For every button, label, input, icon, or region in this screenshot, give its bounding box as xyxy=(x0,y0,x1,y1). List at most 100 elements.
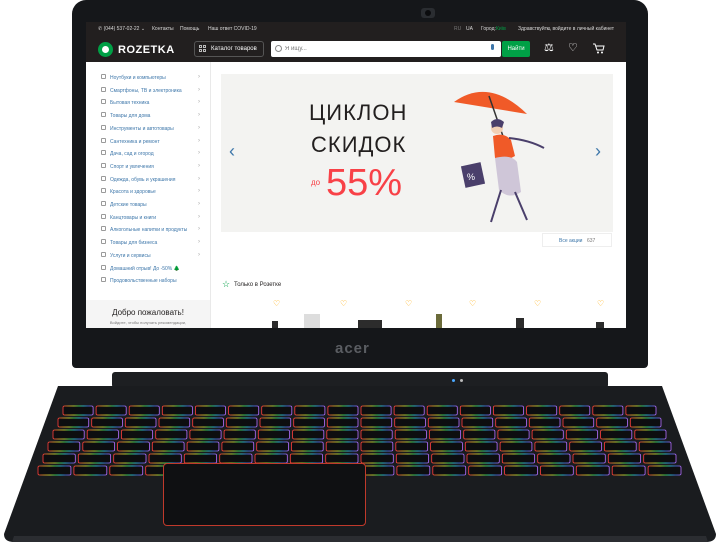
keyboard-key[interactable] xyxy=(499,441,533,452)
keyboard-key[interactable] xyxy=(294,405,326,416)
keyboard-key[interactable] xyxy=(504,465,538,476)
keyboard-key[interactable] xyxy=(326,417,359,428)
product-thumbnail[interactable] xyxy=(272,321,278,328)
keyboard-key[interactable] xyxy=(327,405,359,416)
search-input[interactable] xyxy=(271,41,501,57)
sidebar-category-item[interactable]: Смартфоны, ТВ и электроника › xyxy=(86,85,210,97)
find-button[interactable]: Найти xyxy=(502,41,530,57)
keyboard-key[interactable] xyxy=(82,441,116,452)
keyboard-key[interactable] xyxy=(526,405,558,416)
keyboard-key[interactable] xyxy=(121,429,154,440)
keyboard-key[interactable] xyxy=(534,441,568,452)
sidebar-category-item[interactable]: Инструменты и автотовары › xyxy=(86,123,210,135)
keyboard-key[interactable] xyxy=(394,429,427,440)
keyboard-key[interactable] xyxy=(604,441,637,452)
keyboard-key[interactable] xyxy=(254,453,288,464)
keyboard-key[interactable] xyxy=(562,417,595,428)
keyboard-key[interactable] xyxy=(95,405,127,416)
keyboard-key[interactable] xyxy=(293,417,325,428)
keyboard-key[interactable] xyxy=(186,441,220,452)
sidebar-category-item[interactable]: Одежда, обувь и украшения › xyxy=(86,174,210,186)
keyboard-key[interactable] xyxy=(47,441,81,452)
keyboard-key[interactable] xyxy=(113,453,147,464)
keyboard-key[interactable] xyxy=(326,429,359,440)
keyboard-key[interactable] xyxy=(128,405,160,416)
keyboard-key[interactable] xyxy=(37,465,72,476)
sidebar-category-item[interactable]: Алкогольные напитки и продукты › xyxy=(86,224,210,236)
keyboard-key[interactable] xyxy=(189,429,222,440)
banner-next-arrow-icon[interactable]: › xyxy=(595,142,601,160)
keyboard-key[interactable] xyxy=(360,405,392,416)
sidebar-category-item[interactable]: Продовольственные наборы xyxy=(86,275,210,287)
rozetka-logo-text[interactable]: ROZETKA xyxy=(118,44,175,56)
keyboard-key[interactable] xyxy=(468,465,503,476)
keyboard-key[interactable] xyxy=(592,405,624,416)
product-wishlist-heart-icon[interactable]: ♡ xyxy=(469,300,476,308)
catalog-button[interactable]: Каталог товаров xyxy=(194,41,264,57)
keyboard-key[interactable] xyxy=(395,441,428,452)
product-thumbnail[interactable] xyxy=(436,314,442,328)
promo-banner[interactable]: ‹ › ЦИКЛОН СКИДОК до 55% % xyxy=(221,74,613,232)
product-wishlist-heart-icon[interactable]: ♡ xyxy=(405,300,412,308)
keyboard-key[interactable] xyxy=(537,453,571,464)
keyboard-key[interactable] xyxy=(77,453,112,464)
keyboard-key[interactable] xyxy=(360,453,394,464)
sidebar-category-item[interactable]: Товары для дома › xyxy=(86,110,210,122)
keyboard-key[interactable] xyxy=(559,405,591,416)
keyboard-key[interactable] xyxy=(52,429,85,440)
keyboard-key[interactable] xyxy=(638,441,672,452)
keyboard-key[interactable] xyxy=(497,429,530,440)
keyboard-key[interactable] xyxy=(575,465,610,476)
wishlist-heart-icon[interactable]: ♡ xyxy=(568,43,578,54)
keyboard-key[interactable] xyxy=(611,465,646,476)
keyboard-key[interactable] xyxy=(325,441,359,452)
lang-ua[interactable]: UA xyxy=(466,26,473,32)
keyboard-key[interactable] xyxy=(161,405,193,416)
keyboard-key[interactable] xyxy=(86,429,119,440)
lang-ru[interactable]: RU xyxy=(454,26,461,32)
keyboard-key[interactable] xyxy=(625,405,657,416)
keyboard-key[interactable] xyxy=(607,453,641,464)
product-thumbnail[interactable] xyxy=(304,314,320,328)
keyboard-key[interactable] xyxy=(117,441,150,452)
keyboard-key[interactable] xyxy=(428,429,461,440)
product-wishlist-heart-icon[interactable]: ♡ xyxy=(534,300,541,308)
keyboard-key[interactable] xyxy=(427,417,460,428)
keyboard-key[interactable] xyxy=(360,429,393,440)
keyboard-key[interactable] xyxy=(396,465,431,476)
product-thumbnail[interactable] xyxy=(516,318,524,328)
sidebar-category-item[interactable]: Дача, сад и огород › xyxy=(86,148,210,160)
sidebar-category-item[interactable]: Товары для бизнеса › xyxy=(86,237,210,249)
keyboard-key[interactable] xyxy=(221,441,255,452)
covid-link[interactable]: Наш ответ COVID-19 xyxy=(208,26,257,32)
product-thumbnail[interactable] xyxy=(596,322,604,328)
keyboard-key[interactable] xyxy=(91,417,123,428)
help-link[interactable]: Помощь xyxy=(180,26,199,32)
login-link[interactable]: ☺ войдите в личный кабинет xyxy=(546,26,614,32)
keyboard-key[interactable] xyxy=(395,453,429,464)
keyboard-key[interactable] xyxy=(466,453,500,464)
sidebar-category-item[interactable]: Домашний отрыв! До -50% 🌲 xyxy=(86,263,210,275)
sidebar-category-item[interactable]: Бытовая техника › xyxy=(86,97,210,109)
all-actions-link[interactable]: Все акции 637 xyxy=(542,233,612,247)
keyboard-key[interactable] xyxy=(394,417,426,428)
sidebar-category-item[interactable]: Спорт и увлечения › xyxy=(86,161,210,173)
product-wishlist-heart-icon[interactable]: ♡ xyxy=(273,300,280,308)
keyboard-key[interactable] xyxy=(528,417,561,428)
sidebar-category-item[interactable]: Канцтовары и книги › xyxy=(86,212,210,224)
keyboard-key[interactable] xyxy=(431,453,465,464)
banner-prev-arrow-icon[interactable]: ‹ xyxy=(229,142,235,160)
keyboard-key[interactable] xyxy=(461,417,494,428)
keyboard-key[interactable] xyxy=(492,405,524,416)
keyboard-key[interactable] xyxy=(257,429,290,440)
keyboard-key[interactable] xyxy=(325,453,359,464)
sidebar-category-item[interactable]: Детские товары › xyxy=(86,199,210,211)
keyboard-key[interactable] xyxy=(360,441,394,452)
rozetka-logo-icon[interactable] xyxy=(98,42,113,57)
keyboard-key[interactable] xyxy=(289,453,323,464)
keyboard-key[interactable] xyxy=(290,441,324,452)
keyboard-key[interactable] xyxy=(73,465,108,476)
keyboard-key[interactable] xyxy=(259,417,292,428)
keyboard-key[interactable] xyxy=(57,417,90,428)
compare-scales-icon[interactable]: ⚖ xyxy=(544,43,554,54)
